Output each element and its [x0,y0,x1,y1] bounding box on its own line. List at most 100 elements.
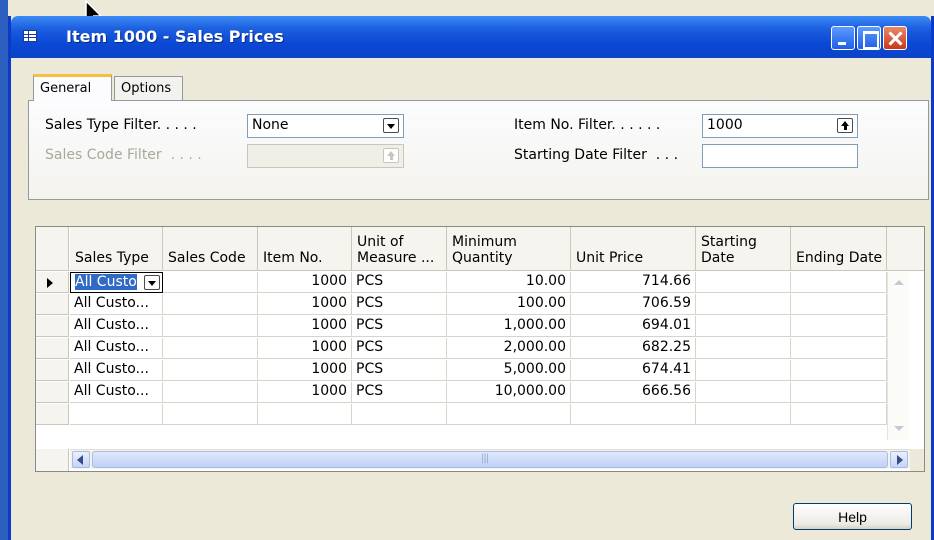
table-cell-sales-code[interactable] [163,404,258,425]
column-header-sales-code[interactable]: Sales Code [163,227,258,271]
table-cell-item-no[interactable]: 1000 [258,272,352,293]
dropdown-icon[interactable] [383,118,399,133]
table-cell-sales-code[interactable] [163,338,258,359]
table-cell-ending-date[interactable] [791,360,887,381]
table-cell-sales-code[interactable] [163,360,258,381]
table-cell-uom[interactable]: PCS [352,294,447,315]
maximize-button[interactable] [857,26,881,50]
table-cell-sales-type[interactable]: All Custo... [70,294,163,315]
minimize-button[interactable] [831,26,855,50]
table-cell-ending-date[interactable] [791,294,887,315]
column-header-item-no[interactable]: Item No. [258,227,352,271]
horizontal-scroll-thumb[interactable] [92,451,888,468]
scroll-up-icon[interactable] [892,276,906,290]
row-selector[interactable] [36,316,69,337]
help-button[interactable]: Help [793,503,912,530]
row-selector[interactable] [36,382,69,403]
row-selector[interactable] [36,294,69,315]
lookup-icon[interactable] [837,118,853,133]
table-cell-starting-date[interactable] [696,316,791,337]
row-indicator-icon [47,278,53,288]
table-cell-unit-price[interactable] [571,404,696,425]
table-cell-starting-date[interactable] [696,272,791,293]
table-cell-sales-code[interactable] [163,272,258,293]
column-header-unit-of-measure[interactable]: Unit of Measure ... [352,227,447,271]
item-no-filter-label: Item No. Filter. . . . . . [514,117,661,133]
tab-options[interactable]: Options [114,76,183,100]
table-cell-unit-price[interactable]: 674.41 [571,360,696,381]
tab-general[interactable]: General [33,74,112,101]
row-selector[interactable] [36,338,69,359]
table-cell-uom[interactable]: PCS [352,316,447,337]
table-cell-starting-date[interactable] [696,404,791,425]
sales-type-filter-select[interactable]: None [247,114,404,138]
vertical-scrollbar[interactable] [887,272,909,440]
table-cell-starting-date[interactable] [696,382,791,403]
starting-date-filter-field[interactable] [702,144,858,168]
scroll-down-icon[interactable] [892,422,906,436]
table-cell-uom[interactable]: PCS [352,382,447,403]
table-cell-sales-type[interactable]: All Custo... [70,382,163,403]
scroll-left-icon[interactable] [72,451,90,468]
table-cell-unit-price[interactable]: 694.01 [571,316,696,337]
table-cell-ending-date[interactable] [791,316,887,337]
table-cell-sales-code[interactable] [163,382,258,403]
column-header-sales-type[interactable]: Sales Type [70,227,163,271]
table-cell-sales-type[interactable]: All Custo... [70,316,163,337]
table-cell-min-qty[interactable]: 10,000.00 [447,382,571,403]
table-cell-ending-date[interactable] [791,338,887,359]
table-cell-sales-type[interactable]: All Custo... [70,338,163,359]
table-cell-min-qty[interactable] [447,404,571,425]
table-cell-min-qty[interactable]: 5,000.00 [447,360,571,381]
starting-date-filter-label: Starting Date Filter . . . [514,147,679,163]
dropdown-icon[interactable] [144,275,160,290]
table-cell-min-qty[interactable]: 10.00 [447,272,571,293]
table-cell-unit-price[interactable]: 706.59 [571,294,696,315]
row-selector[interactable] [36,360,69,381]
row-selector[interactable] [36,272,69,293]
table-cell-item-no[interactable]: 1000 [258,316,352,337]
table-cell-sales-code[interactable] [163,294,258,315]
table-cell-uom[interactable]: PCS [352,272,447,293]
item-no-filter-field[interactable]: 1000 [702,114,858,138]
table-cell-min-qty[interactable]: 2,000.00 [447,338,571,359]
lookup-icon [383,148,399,163]
table-cell-uom[interactable]: PCS [352,360,447,381]
table-cell-starting-date[interactable] [696,294,791,315]
sales-prices-table: Sales Type Sales Code Item No. Unit of M… [35,226,925,472]
column-header-ending-date[interactable]: Ending Date [791,227,887,271]
table-cell-sales-type[interactable]: All Custo... [70,360,163,381]
table-cell-ending-date[interactable] [791,382,887,403]
table-cell-item-no[interactable]: 1000 [258,360,352,381]
sales-code-filter-field [247,144,404,168]
table-cell-item-no[interactable]: 1000 [258,338,352,359]
table-cell-item-no[interactable] [258,404,352,425]
sales-prices-window: Item 1000 - Sales Prices Sales Type Filt… [8,16,934,540]
table-cell-starting-date[interactable] [696,360,791,381]
scroll-right-icon[interactable] [890,451,908,468]
row-selector[interactable] [36,404,69,425]
table-cell-sales-type[interactable]: All Custo [70,272,163,293]
table-cell-unit-price[interactable]: 682.25 [571,338,696,359]
table-cell-sales-type[interactable] [70,404,163,425]
table-cell-sales-code[interactable] [163,316,258,337]
table-cell-uom[interactable]: PCS [352,338,447,359]
table-cell-item-no[interactable]: 1000 [258,382,352,403]
column-header-unit-price[interactable]: Unit Price [571,227,696,271]
table-cell-item-no[interactable]: 1000 [258,294,352,315]
table-cell-unit-price[interactable]: 714.66 [571,272,696,293]
table-cell-unit-price[interactable]: 666.56 [571,382,696,403]
table-cell-min-qty[interactable]: 1,000.00 [447,316,571,337]
sales-type-cell-editor-value[interactable]: All Custo [75,274,137,290]
table-cell-ending-date[interactable] [791,272,887,293]
table-corner [36,227,69,271]
column-header-minimum-quantity[interactable]: Minimum Quantity [447,227,571,271]
horizontal-scrollbar[interactable] [70,449,910,469]
title-bar[interactable]: Item 1000 - Sales Prices [11,16,931,58]
close-button[interactable] [883,26,907,50]
column-header-starting-date[interactable]: Starting Date [696,227,791,271]
table-cell-ending-date[interactable] [791,404,887,425]
table-cell-min-qty[interactable]: 100.00 [447,294,571,315]
table-cell-starting-date[interactable] [696,338,791,359]
table-cell-uom[interactable] [352,404,447,425]
